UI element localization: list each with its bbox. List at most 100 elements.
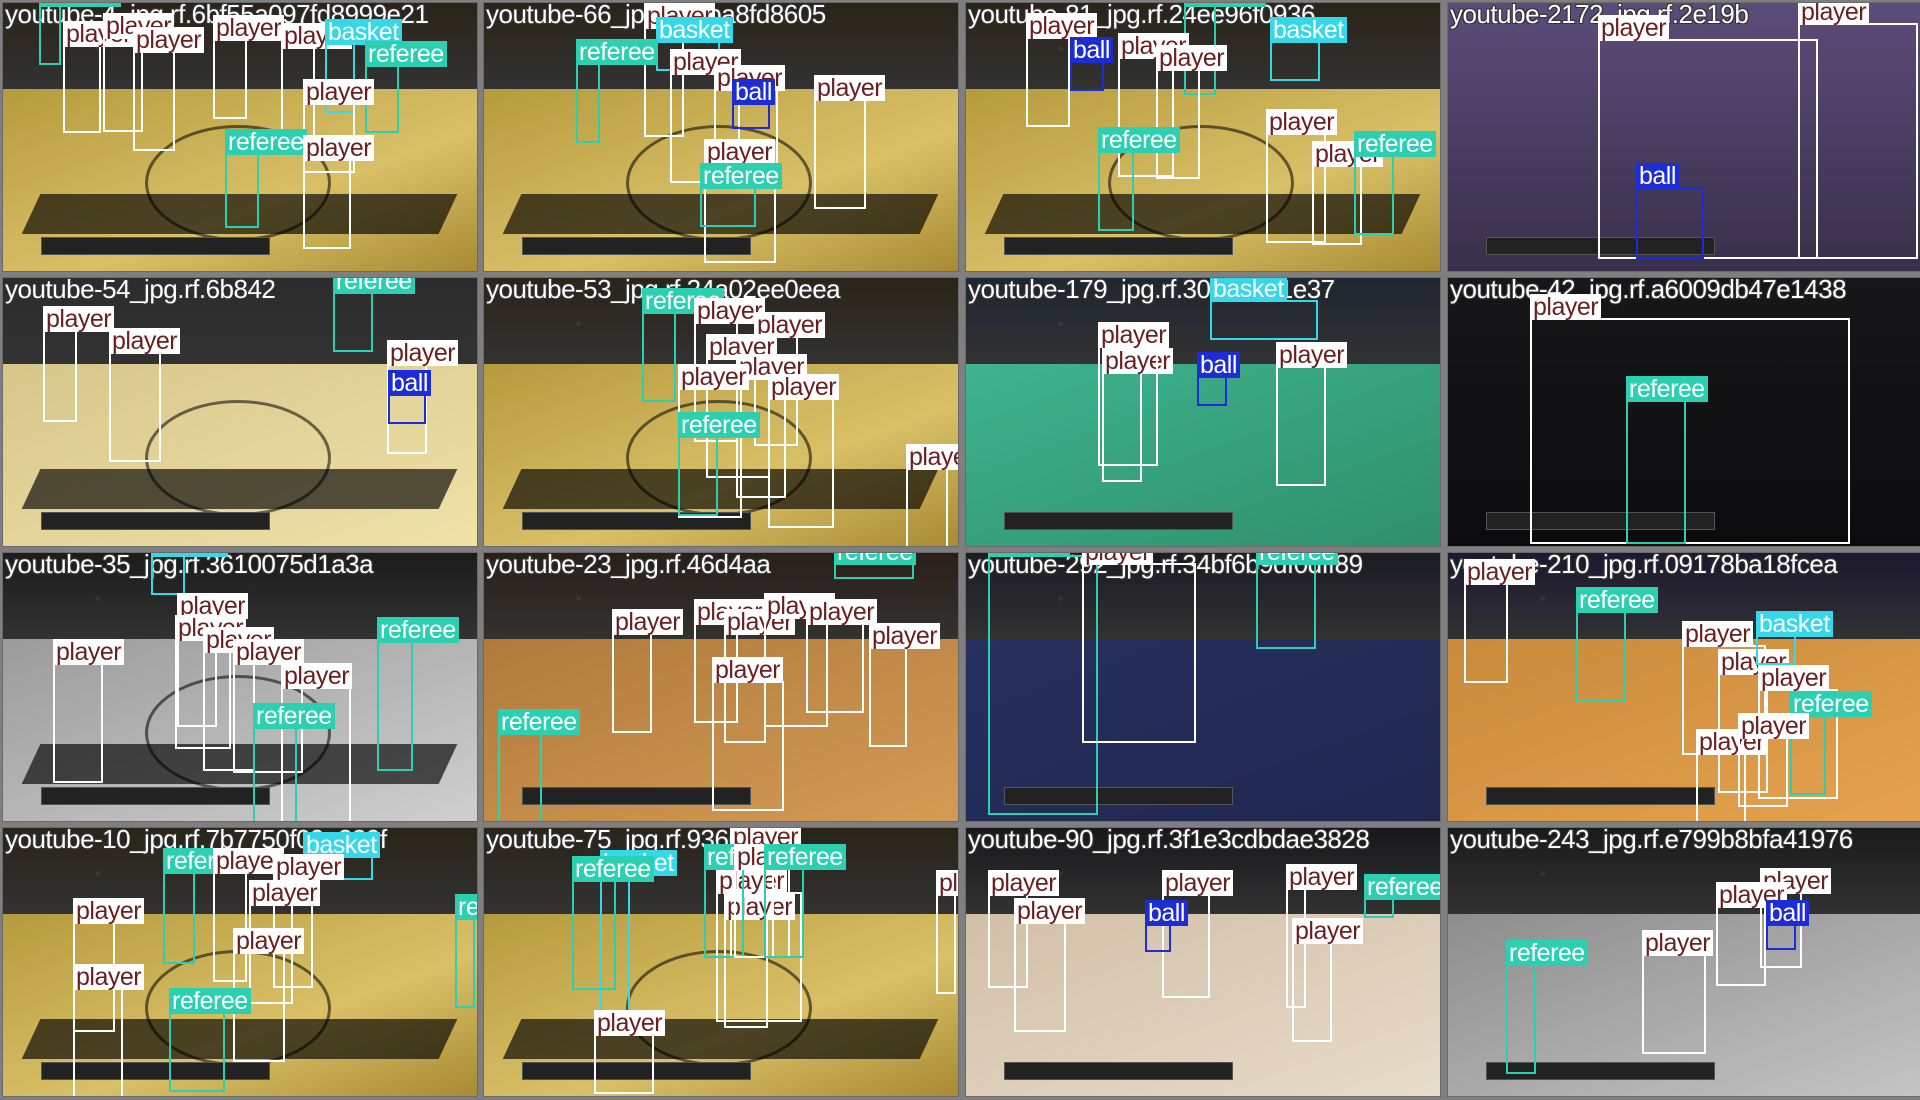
player-label: player <box>814 75 886 101</box>
ball-detection-box: ball <box>1070 37 1113 91</box>
ball-label: ball <box>388 370 431 396</box>
image-tile: youtube-4_jpg.rf.6bf55a097fd8999e21refer… <box>2 2 478 272</box>
referee-detection-box: referee <box>225 129 307 228</box>
referee-label: referee <box>834 553 916 565</box>
scorebug <box>1485 786 1716 805</box>
player-detection-box: player <box>1276 342 1348 486</box>
player-detection-box: player <box>806 599 878 713</box>
referee-detection-box: referee <box>377 617 459 771</box>
player-detection-box: player <box>906 444 958 546</box>
referee-detection-box: referee <box>333 278 415 352</box>
ball-label: ball <box>1145 900 1188 926</box>
player-label: player <box>1286 864 1358 890</box>
referee-detection-box: referee <box>678 412 760 516</box>
player-label: player <box>1098 322 1170 348</box>
referee-label: referee <box>333 278 415 294</box>
player-label: player <box>1082 553 1154 565</box>
player-detection-box: player <box>1156 45 1228 179</box>
player-label: player <box>612 609 684 635</box>
referee-label: referee <box>1576 587 1658 613</box>
player-label: player <box>712 657 784 683</box>
referee-detection-box: referee <box>39 3 121 65</box>
referee-label: referee <box>1098 127 1180 153</box>
player-detection-box: player <box>73 964 145 1096</box>
image-tile: youtube-292_jpg.rf.34bf6b9df0dff89refere… <box>965 552 1441 822</box>
player-detection-box: player <box>303 135 375 249</box>
player-label: player <box>1798 3 1870 25</box>
referee-label: referee <box>1256 553 1338 565</box>
image-filename: youtube-243_jpg.rf.e799b8bfa41976 <box>1450 827 1853 854</box>
player-label: player <box>1758 665 1830 691</box>
player-detection-box: player <box>768 374 840 528</box>
player-label: player <box>249 880 321 906</box>
image-tile: youtube-179_jpg.rf.3072cbd1e37 basket play… <box>965 277 1441 547</box>
player-label: player <box>1738 713 1810 739</box>
referee-detection-box: referee <box>834 553 916 579</box>
basket-label: basket <box>151 553 228 557</box>
player-detection-box: player <box>936 870 958 994</box>
referee-label: referee <box>39 3 121 7</box>
referee-detection-box: referee <box>576 39 658 143</box>
basket-label: basket <box>1270 17 1347 43</box>
referee-label: referee <box>225 129 307 155</box>
player-detection-box: player <box>1798 3 1918 259</box>
ball-detection-box: ball <box>1197 352 1240 406</box>
player-label: player <box>109 328 181 354</box>
referee-label: referee <box>764 844 846 870</box>
player-label: player <box>133 27 205 53</box>
detection-mosaic: youtube-4_jpg.rf.6bf55a097fd8999e21refer… <box>0 0 1920 1100</box>
image-tile: youtube-75_jpg.rf.93667bplayerbasketrefe… <box>483 827 959 1097</box>
player-detection-box: player <box>612 609 684 733</box>
player-detection-box: player <box>133 27 205 151</box>
referee-label: referee <box>1506 940 1588 966</box>
ball-label: ball <box>732 79 775 105</box>
player-label: player <box>1598 15 1670 41</box>
image-filename: youtube-42_jpg.rf.a6009db47e1438 <box>1450 277 1847 304</box>
referee-detection-box: referee <box>1364 874 1440 918</box>
image-tile: youtube-42_jpg.rf.a6009db47e1438 player re… <box>1447 277 1920 547</box>
player-detection-box: player <box>1292 918 1364 1042</box>
player-detection-box: player <box>213 15 285 119</box>
player-detection-box: player <box>1082 553 1196 743</box>
player-label: player <box>1156 45 1228 71</box>
player-label: player <box>213 15 285 41</box>
scorebug <box>40 786 271 805</box>
referee-detection-box: referee <box>455 894 477 1008</box>
referee-detection-box: referee <box>163 848 245 964</box>
player-label: player <box>1682 621 1754 647</box>
player-label: player <box>1162 870 1234 896</box>
player-detection-box: player <box>43 306 115 422</box>
image-tile: youtube-53_jpg.rf.24a02ee0eearefereeplay… <box>483 277 959 547</box>
image-filename: youtube-54_jpg.rf.6b842 <box>5 277 276 304</box>
referee-detection-box: referee <box>1098 127 1180 231</box>
image-filename: youtube-23_jpg.rf.46d4aa <box>486 552 771 579</box>
referee-detection-box: referee <box>1354 131 1436 235</box>
player-label: player <box>1266 109 1338 135</box>
referee-label: referee <box>455 894 477 920</box>
player-label: player <box>281 663 353 689</box>
player-label: player <box>678 364 750 390</box>
player-label: player <box>1292 918 1364 944</box>
player-label: player <box>233 928 305 954</box>
basket-detection-box: basket <box>1210 278 1318 340</box>
image-tile: youtube-35_jpg.rf.3610075d1a3abasketplay… <box>2 552 478 822</box>
player-label: player <box>303 135 375 161</box>
player-label: player <box>303 79 375 105</box>
player-detection-box: player <box>1642 930 1714 1054</box>
player-detection-box: player <box>1716 882 1788 986</box>
player-detection-box: player <box>53 639 125 783</box>
player-detection-box: player <box>1530 294 1850 544</box>
referee-label: referee <box>498 709 580 735</box>
referee-detection-box: referee <box>1626 376 1708 544</box>
player-label: player <box>988 870 1060 896</box>
player-label: player <box>1276 342 1348 368</box>
player-detection-box: player <box>814 75 886 209</box>
image-filename: youtube-90_jpg.rf.3f1e3cdbdae3828 <box>968 827 1370 854</box>
image-tile: youtube-2172_jpg.rf.2e19bplayerplayerbal… <box>1447 2 1920 272</box>
ball-detection-box: ball <box>388 370 431 424</box>
player-label: player <box>53 639 125 665</box>
basket-label: basket <box>1756 611 1833 637</box>
referee-label: referee <box>678 412 760 438</box>
basket-detection-box: basket <box>1756 611 1833 665</box>
scorebug <box>40 511 271 530</box>
